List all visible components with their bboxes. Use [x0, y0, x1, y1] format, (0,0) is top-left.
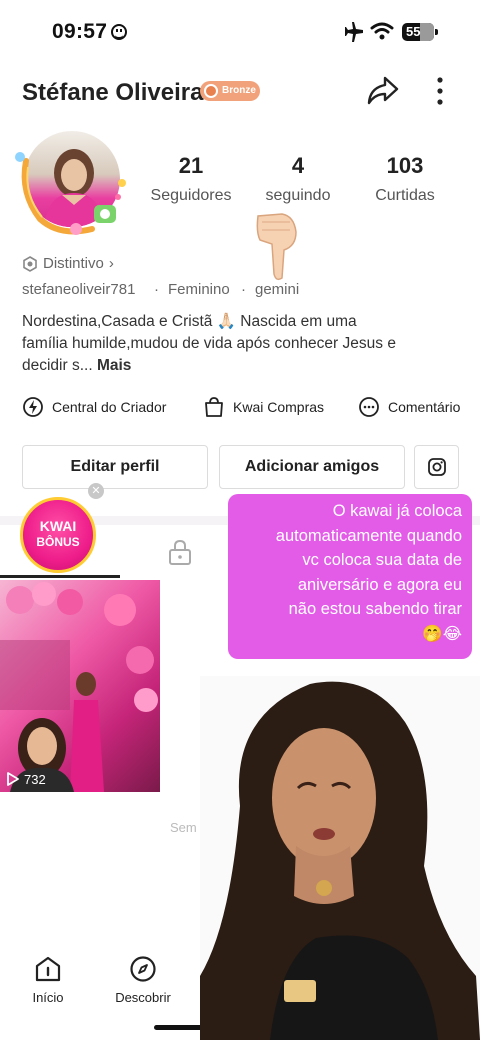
shopping-bag-icon	[205, 397, 223, 417]
badge-label: Bronze	[222, 85, 256, 96]
pointing-down-hand-icon	[256, 213, 297, 281]
caption-line: aniversário e agora eu	[297, 575, 462, 594]
profile-name: Stéfane Oliveira	[22, 79, 204, 106]
following-count[interactable]: 4	[253, 153, 343, 179]
bronze-badge[interactable]: Bronze	[200, 81, 260, 101]
wifi-icon	[370, 22, 394, 40]
caption-line: vc coloca sua data de	[302, 551, 462, 569]
smiley-status-icon	[111, 24, 127, 40]
bio-line: decidir s... Mais	[22, 355, 462, 377]
followers-count[interactable]: 21	[146, 153, 236, 179]
nav-home[interactable]: Início	[13, 955, 83, 1005]
play-icon	[7, 772, 19, 786]
caption-line: não estou sabendo tirar	[288, 600, 462, 618]
likes-count[interactable]: 103	[360, 153, 450, 179]
nav-label: Início	[32, 990, 64, 1005]
nav-discover[interactable]: Descobrir	[108, 955, 178, 1005]
zodiac-sign: gemini	[255, 281, 300, 298]
bio-line-truncated: decidir s...	[22, 357, 93, 374]
instagram-icon	[427, 458, 446, 476]
kwai-shop-shortcut[interactable]: Kwai Compras	[203, 396, 324, 418]
works-tab-indicator	[0, 575, 120, 578]
lock-icon[interactable]	[167, 538, 193, 566]
video-thumbnail[interactable]: 732	[0, 580, 160, 792]
status-time: 09:57	[52, 20, 108, 43]
edit-profile-button[interactable]: Editar perfil	[22, 445, 208, 489]
followers-label[interactable]: Seguidores	[136, 187, 246, 205]
distinctive-link[interactable]: Distintivo ›	[22, 255, 114, 272]
airplane-mode-icon	[345, 22, 363, 42]
share-arrow-icon[interactable]	[366, 74, 400, 106]
shortcut-label: Kwai Compras	[233, 399, 325, 415]
home-icon	[35, 956, 61, 982]
following-label[interactable]: seguindo	[243, 187, 353, 205]
bio-line: Nordestina,Casada e Cristã 🙏🏻 Nascida em…	[22, 313, 357, 330]
more-vertical-icon[interactable]	[432, 76, 448, 106]
add-friends-button[interactable]: Adicionar amigos	[219, 445, 405, 489]
badge-medal-icon	[204, 84, 218, 98]
caption-line: O kawai já coloca	[332, 502, 462, 520]
distinctive-label: Distintivo	[43, 255, 104, 272]
comments-shortcut[interactable]: Comentário	[358, 396, 480, 418]
bio-more-link[interactable]: Mais	[97, 357, 131, 374]
username: stefaneoliveir781	[22, 281, 136, 298]
kwai-bonus-button[interactable]: KWAI BÔNUS	[20, 497, 96, 573]
likes-label[interactable]: Curtidas	[350, 187, 460, 205]
instagram-button[interactable]	[414, 445, 459, 489]
meta-separator: ·	[154, 281, 159, 298]
views-count: 732	[24, 771, 46, 787]
battery-indicator: 55	[402, 23, 438, 41]
profile-bio[interactable]: Nordestina,Casada e Cristã 🙏🏻 Nascida em…	[22, 311, 462, 377]
comment-icon	[359, 397, 379, 417]
nav-label: Descobrir	[115, 990, 171, 1005]
gender: Feminino	[168, 281, 230, 298]
shortcut-label: Central do Criador	[52, 399, 167, 415]
creator-center-shortcut[interactable]: Central do Criador	[22, 396, 166, 418]
shortcut-label: Comentário	[388, 399, 461, 415]
overlay-caption: O kawai já coloca automaticamente quando…	[228, 494, 472, 659]
battery-level: 55	[406, 24, 421, 39]
bio-line: família humilde,mudou de vida após conhe…	[22, 335, 396, 352]
avatar-frame-decoration	[15, 152, 126, 235]
distinctive-hexagon-icon	[23, 255, 37, 272]
caption-line: 🤭😂	[422, 624, 462, 643]
close-icon[interactable]: ✕	[88, 483, 104, 499]
compass-icon	[130, 956, 156, 982]
video-views: 732	[6, 771, 46, 787]
creator-center-icon	[23, 397, 43, 417]
kwai-bonus-line: KWAI	[39, 518, 77, 534]
creator-video-overlay	[200, 676, 480, 1040]
chevron-right-icon: ›	[108, 255, 114, 272]
kwai-bonus-line: BÔNUS	[36, 535, 80, 549]
home-indicator	[154, 1025, 204, 1030]
meta-separator: ·	[241, 281, 246, 298]
caption-line: automaticamente quando	[275, 526, 462, 545]
